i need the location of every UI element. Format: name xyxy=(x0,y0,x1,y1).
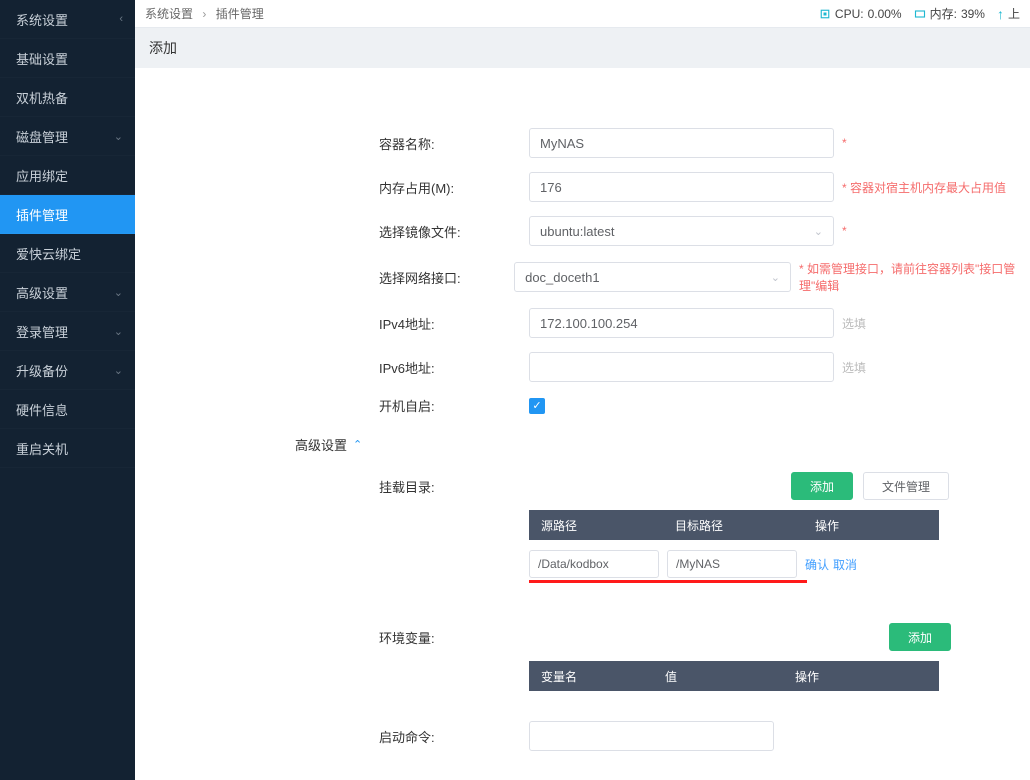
cpu-status: CPU: 0.00% xyxy=(819,7,902,21)
mount-dst-input[interactable] xyxy=(667,550,797,578)
sidebar-item-advanced[interactable]: 高级设置⌄ xyxy=(0,273,135,312)
mount-add-button[interactable]: 添加 xyxy=(791,472,853,500)
mount-table-header: 源路径 目标路径 操作 xyxy=(529,510,939,540)
page-title: 添加 xyxy=(149,38,177,58)
ipv4-input[interactable] xyxy=(529,308,834,338)
sidebar-item-login[interactable]: 登录管理⌄ xyxy=(0,312,135,351)
ipv6-input[interactable] xyxy=(529,352,834,382)
sidebar-item-appbind[interactable]: 应用绑定 xyxy=(0,156,135,195)
cmd-section: 启动命令: xyxy=(135,721,1030,751)
image-select[interactable]: ubuntu:latest ⌄ xyxy=(529,216,834,246)
cmd-input[interactable] xyxy=(529,721,774,751)
subheader: 添加 xyxy=(135,28,1030,68)
memory-hint: * 容器对宿主机内存最大占用值 xyxy=(842,179,1006,196)
caret-up-icon: ⌃ xyxy=(353,438,362,451)
th-src: 源路径 xyxy=(529,517,669,534)
topbar: 系统设置 › 插件管理 CPU: 0.00% 内存: 39% ↑ 上 xyxy=(135,0,1030,28)
sidebar-item-cloud[interactable]: 爱快云绑定 xyxy=(0,234,135,273)
autostart-label: 开机自启: xyxy=(379,396,529,415)
file-manage-button[interactable]: 文件管理 xyxy=(863,472,949,500)
sidebar-item-basic[interactable]: 基础设置 xyxy=(0,39,135,78)
env-label: 环境变量: xyxy=(379,628,529,647)
mount-src-input[interactable] xyxy=(529,550,659,578)
ipv4-label: IPv4地址: xyxy=(379,314,529,333)
network-label: 选择网络接口: xyxy=(379,268,514,287)
crumb-plugin[interactable]: 插件管理 xyxy=(216,7,264,21)
container-name-label: 容器名称: xyxy=(379,134,529,153)
form-content: 容器名称: * 内存占用(M): * 容器对宿主机内存最大占用值 选择镜像文件:… xyxy=(135,68,1030,780)
autostart-checkbox[interactable]: ✓ xyxy=(529,398,545,414)
sidebar-item-hardware[interactable]: 硬件信息 xyxy=(0,390,135,429)
memory-label: 内存占用(M): xyxy=(379,178,529,197)
sidebar-item-reboot[interactable]: 重启关机 xyxy=(0,429,135,468)
chevron-down-icon: ⌄ xyxy=(771,271,780,284)
chevron-down-icon: ⌄ xyxy=(114,286,123,299)
required-mark: * xyxy=(842,136,847,150)
status-bar: CPU: 0.00% 内存: 39% ↑ 上 xyxy=(819,5,1020,22)
sidebar-item-ha[interactable]: 双机热备 xyxy=(0,78,135,117)
sidebar-item-disk[interactable]: 磁盘管理⌄ xyxy=(0,117,135,156)
ipv6-note: 选填 xyxy=(842,359,866,376)
memory-icon xyxy=(914,8,926,20)
sidebar-item-system[interactable]: 系统设置‹ xyxy=(0,0,135,39)
mount-confirm-link[interactable]: 确认 xyxy=(805,556,829,573)
network-hint: * 如需管理接口，请前往容器列表"接口管理"编辑 xyxy=(799,260,1030,294)
mount-cancel-link[interactable]: 取消 xyxy=(833,556,857,573)
chevron-down-icon: ⌄ xyxy=(114,130,123,143)
memory-status: 内存: 39% xyxy=(914,5,985,22)
th-env-op: 操作 xyxy=(789,668,939,685)
highlight-underline xyxy=(529,580,807,583)
sidebar-item-upgrade[interactable]: 升级备份⌄ xyxy=(0,351,135,390)
th-dst: 目标路径 xyxy=(669,517,809,534)
upload-status: ↑ 上 xyxy=(997,5,1020,22)
sidebar: 系统设置‹ 基础设置 双机热备 磁盘管理⌄ 应用绑定 插件管理 爱快云绑定 高级… xyxy=(0,0,135,780)
mount-table-row: 确认 取消 xyxy=(529,546,1030,582)
arrow-up-icon: ↑ xyxy=(997,6,1004,22)
network-select[interactable]: doc_doceth1 ⌄ xyxy=(514,262,791,292)
breadcrumb: 系统设置 › 插件管理 xyxy=(145,5,819,22)
cmd-label: 启动命令: xyxy=(379,727,529,746)
sidebar-item-plugin[interactable]: 插件管理 xyxy=(0,195,135,234)
ipv6-label: IPv6地址: xyxy=(379,358,529,377)
main-panel: 系统设置 › 插件管理 CPU: 0.00% 内存: 39% ↑ 上 xyxy=(135,0,1030,780)
container-name-input[interactable] xyxy=(529,128,834,158)
chevron-left-icon: ‹ xyxy=(119,13,123,25)
ipv4-note: 选填 xyxy=(842,315,866,332)
mount-section: 挂载目录: 添加 文件管理 源路径 目标路径 操作 xyxy=(135,472,1030,583)
chevron-down-icon: ⌄ xyxy=(814,225,823,238)
th-op: 操作 xyxy=(809,517,939,534)
required-mark: * xyxy=(842,224,847,238)
env-table-header: 变量名 值 操作 xyxy=(529,661,939,691)
advanced-section-toggle[interactable]: 高级设置 ⌃ xyxy=(135,435,1030,454)
image-label: 选择镜像文件: xyxy=(379,222,529,241)
memory-input[interactable] xyxy=(529,172,834,202)
chevron-down-icon: ⌄ xyxy=(114,364,123,377)
env-add-button[interactable]: 添加 xyxy=(889,623,951,651)
env-section: 环境变量: 添加 变量名 值 操作 xyxy=(135,623,1030,691)
cpu-icon xyxy=(819,8,831,20)
chevron-down-icon: ⌄ xyxy=(114,325,123,338)
crumb-system[interactable]: 系统设置 xyxy=(145,7,193,21)
th-env-name: 变量名 xyxy=(529,668,659,685)
mount-label: 挂载目录: xyxy=(379,477,529,496)
th-env-val: 值 xyxy=(659,668,789,685)
